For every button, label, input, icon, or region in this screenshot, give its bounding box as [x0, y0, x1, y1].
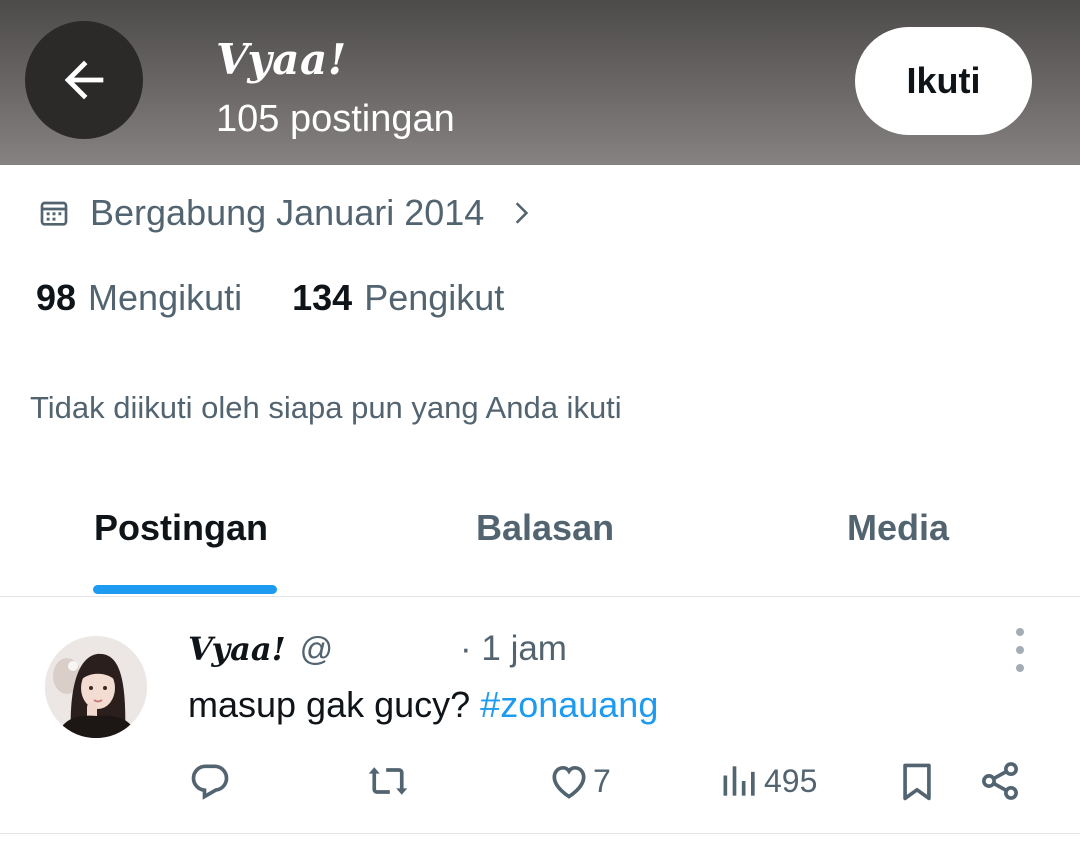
tab-media[interactable]: Media: [847, 505, 949, 551]
back-button[interactable]: [25, 21, 143, 139]
follow-button[interactable]: Ikuti: [855, 27, 1032, 135]
bookmark-icon: [903, 763, 931, 801]
avatar-image: [45, 636, 147, 738]
following-link[interactable]: 98 Mengikuti: [36, 277, 242, 319]
following-label: Mengikuti: [88, 277, 243, 318]
more-options-button[interactable]: [1005, 628, 1035, 672]
share-icon: [982, 762, 1018, 800]
tab-postingan[interactable]: Postingan: [94, 505, 268, 551]
followers-label: Pengikut: [364, 277, 505, 318]
post-timestamp[interactable]: · 1 jam: [460, 626, 567, 672]
hashtag-link[interactable]: #zonauang: [480, 684, 658, 725]
views-icon: [723, 766, 755, 796]
joined-date-row[interactable]: Bergabung Januari 2014: [38, 190, 534, 236]
post-count: 105 postingan: [216, 98, 455, 140]
view-count: 495: [764, 762, 818, 799]
followers-count: 134: [292, 277, 353, 318]
post-header: Vyaa! @: [188, 626, 333, 672]
calendar-icon: [40, 201, 68, 226]
share-button[interactable]: [978, 756, 1022, 806]
post-author-name[interactable]: Vyaa!: [188, 630, 286, 668]
views-button[interactable]: 495: [718, 756, 817, 806]
tab-balasan[interactable]: Balasan: [476, 505, 614, 551]
joined-date-text: Bergabung Januari 2014: [90, 192, 485, 233]
profile-header: Vyaa! 105 postingan Ikuti: [0, 0, 1080, 165]
like-button[interactable]: 7: [547, 756, 611, 806]
bookmark-button[interactable]: [895, 756, 939, 806]
like-icon: [552, 765, 586, 799]
reply-button[interactable]: [188, 756, 232, 806]
post-actions: 7 495: [0, 756, 1080, 806]
post-body: masup gak gucy?: [188, 684, 481, 725]
post-text: masup gak gucy? #zonauang: [188, 682, 658, 728]
more-vertical-icon: [1016, 628, 1024, 636]
avatar[interactable]: [45, 636, 147, 738]
followers-link[interactable]: 134 Pengikut: [292, 277, 504, 319]
post-author-handle[interactable]: @: [300, 630, 334, 668]
back-arrow-icon: [64, 60, 104, 100]
repost-button[interactable]: [366, 756, 410, 806]
like-count: 7: [593, 762, 611, 799]
chevron-right-icon: [516, 202, 529, 224]
profile-tabs: Postingan Balasan Media: [0, 490, 1080, 597]
follow-counts: 98 Mengikuti 134 Pengikut: [36, 275, 504, 321]
following-count: 98: [36, 277, 77, 318]
active-tab-indicator: [93, 585, 277, 594]
post-item[interactable]: Vyaa! @ · 1 jam masup gak gucy? #zonauan…: [0, 598, 1080, 834]
not-followed-notice: Tidak diikuti oleh siapa pun yang Anda i…: [30, 390, 622, 425]
reply-icon: [191, 764, 229, 800]
profile-title: Vyaa!: [216, 35, 347, 84]
repost-icon: [368, 767, 408, 795]
